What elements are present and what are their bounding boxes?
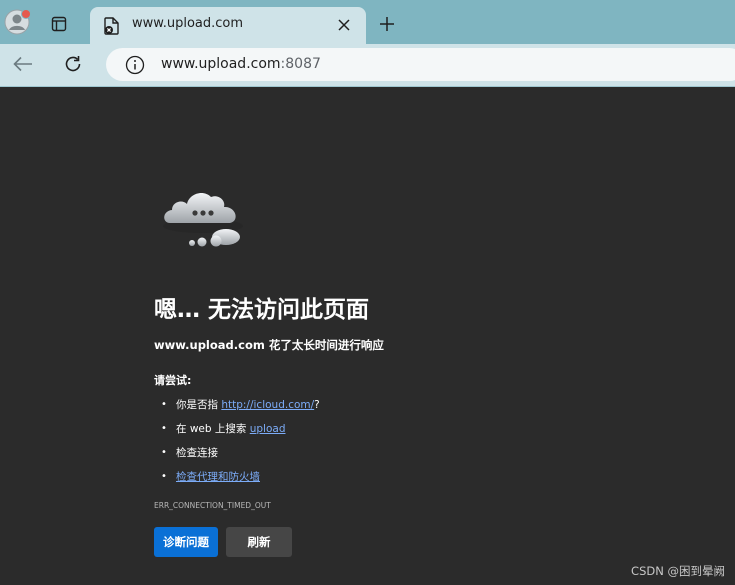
- error-subtitle: www.upload.com 花了太长时间进行响应: [154, 338, 384, 352]
- suggestion-check-proxy: • 检查代理和防火墙: [154, 467, 320, 491]
- bullet: •: [161, 471, 167, 482]
- suggestion-search-web: • 在 web 上搜索 upload: [154, 419, 320, 443]
- error-headline: 嗯… 无法访问此页面: [154, 297, 370, 323]
- did-you-mean-link[interactable]: http://icloud.com/: [221, 399, 314, 411]
- error-code: ERR_CONNECTION_TIMED_OUT: [154, 501, 271, 510]
- tab-actions-icon[interactable]: [46, 12, 72, 36]
- search-web-link[interactable]: upload: [250, 423, 286, 435]
- diagnose-button[interactable]: 诊断问题: [154, 527, 218, 557]
- reload-button[interactable]: 刷新: [226, 527, 292, 557]
- suggestion-text: 在 web 上搜索: [176, 423, 250, 435]
- url-text[interactable]: www.upload.com:8087: [161, 56, 321, 72]
- reload-icon[interactable]: [59, 51, 87, 77]
- address-bar[interactable]: www.upload.com:8087: [106, 48, 735, 81]
- new-tab-plus-icon[interactable]: [374, 12, 400, 36]
- check-proxy-firewall-link[interactable]: 检查代理和防火墙: [176, 471, 260, 483]
- close-tab-icon[interactable]: [334, 15, 354, 35]
- suggestion-check-connection: • 检查连接: [154, 443, 320, 467]
- suggestion-suffix: ?: [314, 399, 320, 411]
- url-port: :8087: [280, 56, 321, 72]
- bullet: •: [161, 423, 167, 434]
- url-host: www.upload.com: [161, 56, 281, 72]
- back-arrow-icon[interactable]: [10, 51, 36, 77]
- active-tab[interactable]: www.upload.com: [90, 7, 366, 44]
- navigation-toolbar: www.upload.com:8087: [0, 44, 735, 86]
- notification-dot: [21, 9, 31, 19]
- site-info-icon[interactable]: [125, 55, 145, 75]
- try-label: 请尝试:: [154, 374, 192, 387]
- tab-title: www.upload.com: [132, 16, 244, 31]
- tab-strip: www.upload.com: [0, 0, 735, 44]
- suggestion-text: 你是否指: [176, 399, 222, 411]
- suggestion-list: • 你是否指 http://icloud.com/? • 在 web 上搜索 u…: [154, 395, 320, 491]
- suggestion-did-you-mean: • 你是否指 http://icloud.com/?: [154, 395, 320, 419]
- suggestion-text: 检查连接: [176, 447, 218, 459]
- bullet: •: [161, 399, 167, 410]
- chrome-divider: [0, 86, 735, 87]
- watermark: CSDN @困到晕阙: [631, 564, 725, 578]
- sad-cloud-icon: [160, 186, 246, 252]
- page-error-icon: [102, 16, 122, 36]
- bullet: •: [161, 447, 167, 458]
